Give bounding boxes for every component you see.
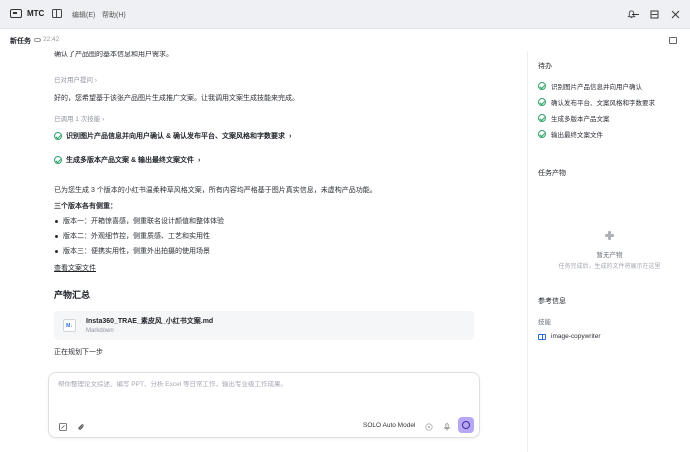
todo-item: 输出最终文案文件 — [538, 129, 603, 139]
empty-artifacts-title: 暂无产物 — [596, 252, 623, 259]
todo-item: 识别图片产品信息并向用户确认 — [538, 81, 642, 91]
composer-input[interactable] — [58, 381, 468, 388]
planning-status: 正在规划下一步 — [54, 349, 103, 356]
title-bar: MTC 编辑(E) 帮助(H) — [0, 0, 690, 28]
skills-called-toggle[interactable]: 已调用 1 次技能 › — [54, 113, 104, 123]
list-item: 版本一：开箱惊喜感，侧重联名设计颜值和整体体验 — [55, 216, 224, 226]
summary-text: 已为您生成 3 个版本的小红书温柔种草风格文案，所有内容均严格基于图片真实信息，… — [54, 187, 377, 194]
assistant-reply: 好的，您希望基于该张产品图片生成推广文案。让我调用文案生成技能来完成。 — [54, 95, 299, 102]
task-title: 新任务 — [10, 38, 31, 45]
check-circle-icon — [538, 114, 546, 122]
attachment-icon[interactable] — [76, 422, 85, 431]
markdown-file-icon: M↓ — [63, 319, 76, 332]
cloud-sync-icon — [34, 38, 41, 42]
window-controls — [632, 10, 680, 19]
skills-label: 技能 — [538, 319, 551, 326]
book-icon — [538, 333, 546, 340]
right-sidebar: 待办 识别图片产品信息并向用户确认 确认发布平台、文案风格和字数要求 生成多版本… — [527, 51, 690, 452]
reference-title: 参考信息 — [538, 298, 566, 305]
asked-user-toggle[interactable]: 已对用户提问 › — [54, 74, 97, 84]
step-row-2[interactable]: 生成多版本产品文案 & 输出最终文案文件 › — [54, 155, 200, 165]
microphone-icon[interactable] — [442, 422, 451, 431]
check-circle-icon — [54, 156, 62, 164]
app-name: MTC — [27, 9, 45, 18]
todo-item: 确认发布平台、文案风格和字数要求 — [538, 97, 655, 107]
check-circle-icon — [538, 130, 546, 138]
menu-help[interactable]: 帮助(H) — [102, 10, 126, 20]
artifacts-title: 任务产物 — [538, 170, 566, 177]
step-row-1[interactable]: 识别图片产品信息并向用户确认 & 确认发布平台、文案风格和字数要求 › — [54, 131, 291, 141]
view-copy-link[interactable]: 查看文案文件 — [54, 263, 96, 273]
versions-heading: 三个版本各有侧重： — [54, 203, 117, 210]
sidebar-toggle-icon[interactable] — [52, 9, 62, 18]
task-header: 新任务 22:42 — [0, 29, 690, 51]
todo-title: 待办 — [538, 63, 552, 70]
edit-icon[interactable] — [58, 422, 67, 431]
task-time: 22:42 — [43, 36, 60, 43]
file-name: Insta360_TRAE_素皮风_小红书文案.md — [86, 318, 214, 325]
message-cut-off: 确认了产品图的基本信息和用户需求。 — [54, 51, 173, 58]
step-label: 生成多版本产品文案 & 输出最终文案文件 — [66, 157, 194, 164]
main-panel: 新任务 22:42 确认了产品图的基本信息和用户需求。 已对用户提问 › 好的，… — [0, 28, 690, 452]
list-item: 版本二：外观细节控，侧重质感、工艺和实用性 — [55, 231, 210, 241]
model-selector[interactable]: SOLO Auto Model — [363, 422, 415, 429]
skill-item[interactable]: image-copywriter — [538, 333, 601, 340]
list-item: 版本三：便携实用性，侧重外出拍摄的使用场景 — [55, 246, 210, 256]
step-label: 识别图片产品信息并向用户确认 & 确认发布平台、文案风格和字数要求 — [66, 133, 285, 140]
menu-edit[interactable]: 编辑(E) — [72, 10, 95, 20]
plus-icon — [605, 231, 614, 240]
chevron-right-icon: › — [197, 156, 201, 164]
message-composer[interactable]: SOLO Auto Model — [48, 372, 480, 438]
chevron-right-icon: › — [288, 132, 292, 140]
check-circle-icon — [54, 132, 62, 140]
file-card[interactable]: M↓ Insta360_TRAE_素皮风_小红书文案.md Markdown — [54, 311, 474, 340]
check-circle-icon — [538, 98, 546, 106]
panel-collapse-icon[interactable] — [669, 37, 677, 44]
todo-item: 生成多版本产品文案 — [538, 113, 610, 123]
file-type: Markdown — [86, 328, 114, 334]
output-heading: 产物汇总 — [54, 290, 91, 300]
empty-artifacts-subtitle: 任务完成后，生成的文件将展示在这里 — [558, 264, 661, 270]
mode-icon[interactable] — [424, 422, 433, 431]
send-button[interactable] — [458, 417, 474, 433]
check-circle-icon — [538, 82, 546, 90]
app-logo-icon — [10, 9, 22, 18]
